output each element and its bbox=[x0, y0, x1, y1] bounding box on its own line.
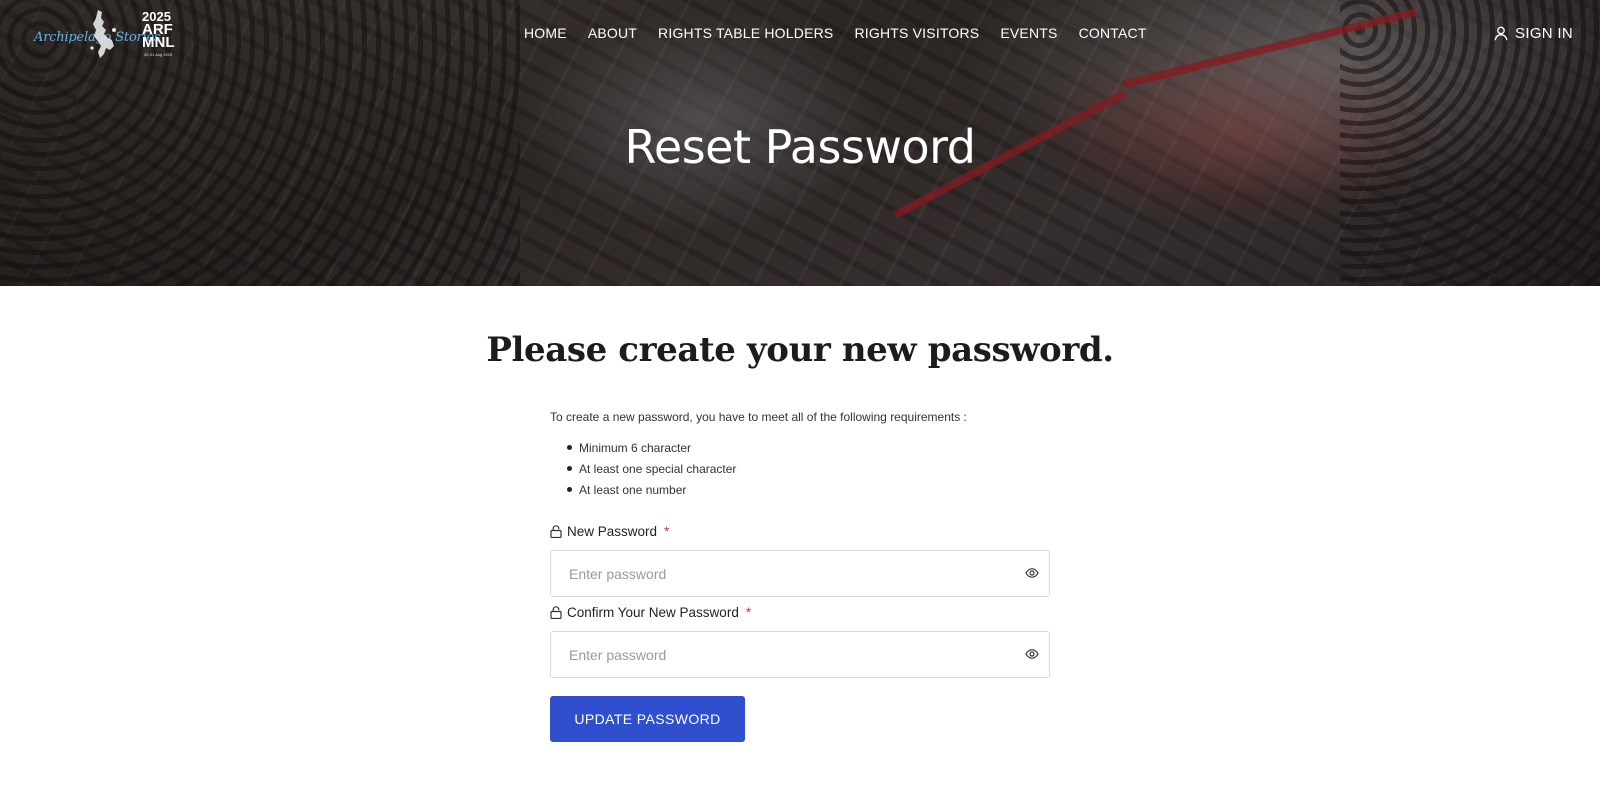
bullet-icon bbox=[567, 487, 572, 492]
confirm-password-label-text: Confirm Your New Password bbox=[567, 604, 739, 620]
requirement-text: At least one number bbox=[579, 482, 687, 497]
confirm-password-input[interactable] bbox=[551, 632, 991, 677]
logo-wordmark: 2025 ARF MNL bbox=[142, 10, 175, 51]
nav-about[interactable]: ABOUT bbox=[588, 25, 637, 41]
new-password-input[interactable] bbox=[551, 551, 991, 596]
page-title: Reset Password bbox=[624, 120, 976, 174]
nav-events[interactable]: EVENTS bbox=[1000, 25, 1057, 41]
new-password-label-text: New Password bbox=[567, 523, 658, 539]
lock-icon bbox=[550, 524, 562, 538]
logo-tagline: 30-31 Aug 2025 bbox=[144, 52, 173, 57]
required-mark: * bbox=[745, 604, 752, 620]
new-password-field-box bbox=[550, 550, 1050, 597]
nav-home[interactable]: HOME bbox=[524, 25, 567, 41]
main-nav: HOME ABOUT RIGHTS TABLE HOLDERS RIGHTS V… bbox=[524, 25, 1168, 41]
bullet-icon bbox=[567, 445, 572, 450]
eye-icon[interactable] bbox=[1025, 566, 1039, 580]
eye-icon[interactable] bbox=[1025, 647, 1039, 661]
confirm-password-field-box bbox=[550, 631, 1050, 678]
sign-in-link[interactable]: SIGN IN bbox=[1494, 25, 1573, 42]
lock-icon bbox=[550, 605, 562, 619]
confirm-password-label: Confirm Your New Password * bbox=[550, 603, 1050, 621]
nav-contact[interactable]: CONTACT bbox=[1079, 25, 1147, 41]
user-icon bbox=[1494, 26, 1508, 41]
site-logo[interactable]: Archipelago Stories 2025 ARF MNL 30-31 A… bbox=[32, 8, 192, 58]
reset-password-form: To create a new password, you have to me… bbox=[550, 410, 1050, 742]
list-item: At least one number bbox=[567, 479, 1050, 500]
philippines-map-icon bbox=[90, 10, 116, 58]
nav-rights-visitors[interactable]: RIGHTS VISITORS bbox=[854, 25, 979, 41]
requirement-text: At least one special character bbox=[579, 461, 737, 476]
requirements-intro: To create a new password, you have to me… bbox=[550, 410, 967, 424]
list-item: Minimum 6 character bbox=[567, 437, 1050, 458]
list-item: At least one special character bbox=[567, 458, 1050, 479]
bullet-icon bbox=[567, 466, 572, 471]
requirements-list: Minimum 6 character At least one special… bbox=[567, 437, 1050, 500]
new-password-label: New Password * bbox=[550, 522, 1050, 540]
required-mark: * bbox=[664, 523, 670, 539]
update-password-button[interactable]: UPDATE PASSWORD bbox=[550, 696, 745, 742]
section-heading: Please create your new password. bbox=[486, 330, 1114, 370]
logo-line-2: MNL bbox=[142, 34, 175, 51]
requirement-text: Minimum 6 character bbox=[579, 440, 692, 455]
sign-in-label: SIGN IN bbox=[1515, 25, 1573, 42]
nav-rights-table-holders[interactable]: RIGHTS TABLE HOLDERS bbox=[658, 25, 833, 41]
